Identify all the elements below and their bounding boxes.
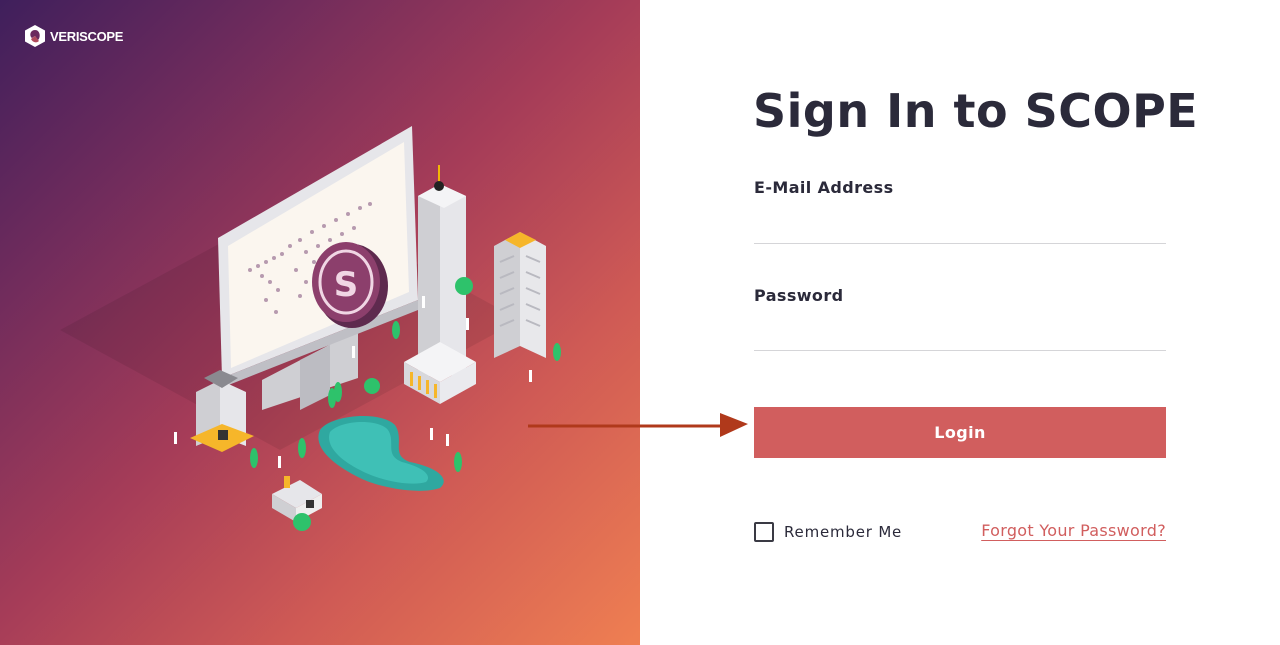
login-button[interactable]: Login — [754, 407, 1166, 458]
remember-me-checkbox[interactable] — [754, 522, 774, 542]
remember-me-label: Remember Me — [784, 523, 903, 541]
svg-text:S: S — [334, 265, 359, 305]
password-field[interactable] — [754, 315, 1166, 351]
isometric-city-monitor-illustration: S — [60, 126, 561, 531]
password-label: Password — [754, 286, 844, 305]
page-title: Sign In to SCOPE — [753, 84, 1199, 138]
login-panel: Sign In to SCOPE E-Mail Address Password… — [640, 0, 1280, 645]
remember-me-toggle[interactable]: Remember Me — [754, 522, 902, 542]
forgot-password-link[interactable]: Forgot Your Password? — [981, 521, 1166, 540]
hero-panel: VERISCOPE S — [0, 0, 640, 645]
arrow-right-icon — [528, 413, 748, 437]
email-field[interactable] — [754, 208, 1166, 244]
email-label: E-Mail Address — [754, 178, 894, 197]
